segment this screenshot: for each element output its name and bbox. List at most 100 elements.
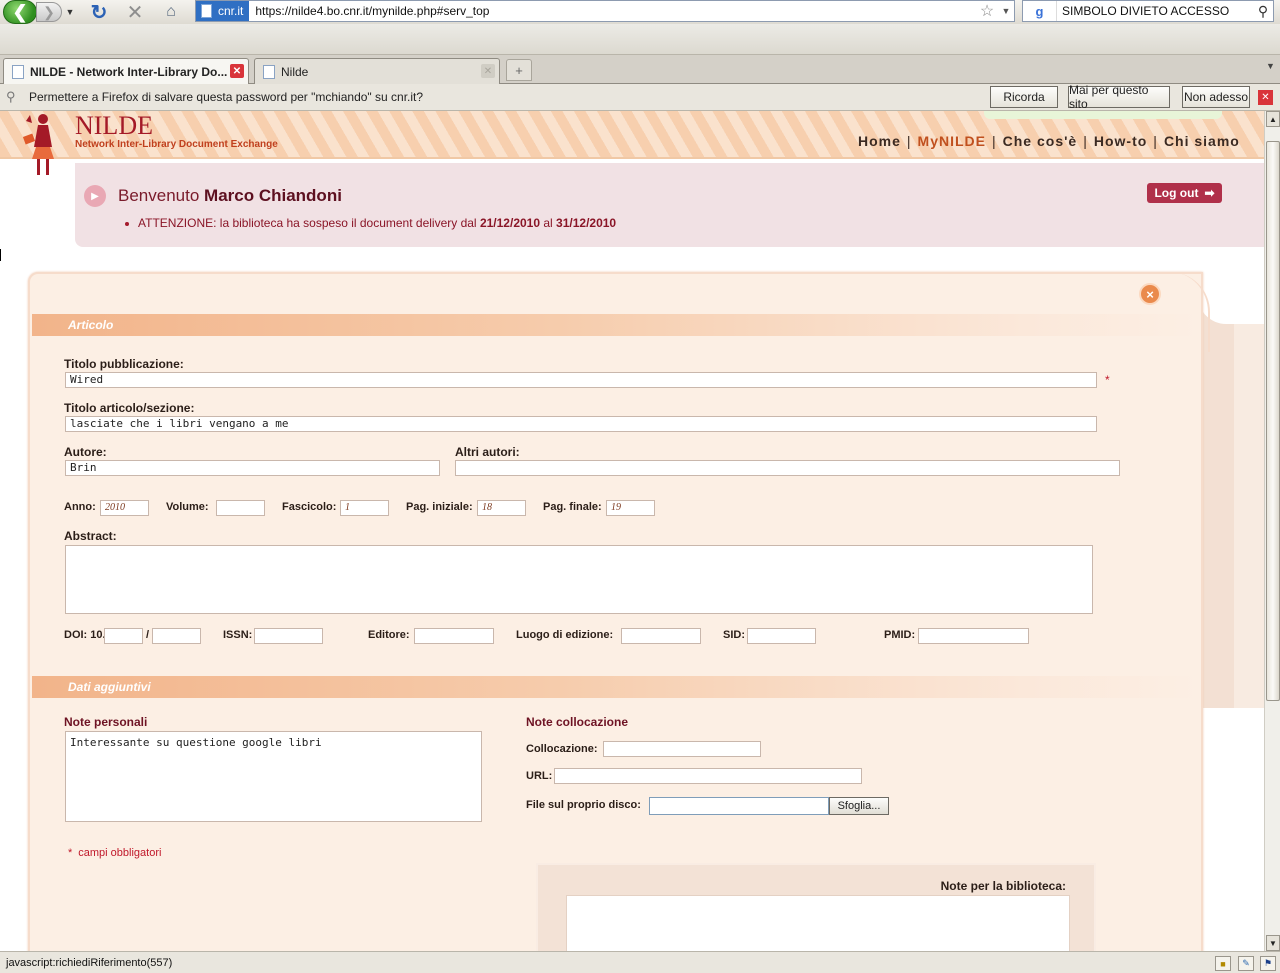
reload-button[interactable]: ↻ bbox=[88, 1, 110, 24]
doi-prefix-field[interactable] bbox=[104, 628, 143, 644]
main-navigation: Home | MyNILDE | Che cos'è | How-to | Ch… bbox=[858, 133, 1240, 149]
sid-label: SID: bbox=[723, 629, 745, 641]
luogo-label: Luogo di edizione: bbox=[516, 629, 614, 641]
tab-nilde[interactable]: Nilde ✕ bbox=[254, 58, 500, 84]
pag-finale-label: Pag. finale: bbox=[543, 501, 602, 513]
nav-home[interactable]: Home bbox=[858, 133, 901, 149]
never-for-this-site-button[interactable]: Mai per questo sito bbox=[1068, 83, 1170, 111]
logo-subtitle: Network Inter-Library Document Exchange bbox=[75, 139, 278, 150]
search-input[interactable]: SIMBOLO DIVIETO ACCESSO bbox=[1057, 4, 1253, 18]
password-notification-bar: ⚲ Permettere a Firefox di salvare questa… bbox=[0, 83, 1280, 111]
lock-icon[interactable]: ■ bbox=[1215, 956, 1231, 971]
nav-checose[interactable]: Che cos'è bbox=[1003, 133, 1078, 149]
volume-label: Volume: bbox=[166, 501, 209, 513]
titolo-articolo-field[interactable]: lasciate che i libri vengano a me bbox=[65, 416, 1097, 432]
welcome-message: Benvenuto Marco Chiandoni bbox=[118, 186, 342, 206]
browse-button[interactable]: Sfoglia... bbox=[829, 797, 889, 815]
volume-field[interactable] bbox=[216, 500, 265, 516]
bullet-icon bbox=[125, 221, 129, 226]
search-bar[interactable]: g SIMBOLO DIVIETO ACCESSO ⚲ bbox=[1022, 0, 1274, 22]
close-form-button[interactable]: × bbox=[1139, 283, 1161, 305]
notification-close-icon[interactable]: ✕ bbox=[1258, 90, 1273, 105]
section-dati-aggiuntivi-header: Dati aggiuntivi bbox=[32, 676, 1200, 698]
note-biblioteca-box: Note per la biblioteca: bbox=[536, 863, 1096, 951]
remember-button[interactable]: Ricorda bbox=[990, 86, 1058, 108]
pag-iniziale-label: Pag. iniziale: bbox=[406, 501, 473, 513]
required-star: * bbox=[68, 847, 73, 859]
logout-button[interactable]: Log out ➡ bbox=[1147, 183, 1222, 203]
nav-separator: | bbox=[1083, 133, 1088, 149]
anno-field[interactable]: 2010 bbox=[100, 500, 149, 516]
home-icon: ⌂ bbox=[166, 3, 176, 20]
note-personali-label: Note personali bbox=[64, 715, 148, 729]
pag-finale-field[interactable]: 19 bbox=[606, 500, 655, 516]
scrollbar-thumb[interactable] bbox=[1266, 141, 1280, 701]
close-icon: ✕ bbox=[126, 1, 144, 24]
not-now-button[interactable]: Non adesso bbox=[1182, 86, 1250, 108]
notes-icon[interactable]: ✎ bbox=[1238, 956, 1254, 971]
tab-close-icon[interactable]: ✕ bbox=[481, 64, 495, 78]
pmid-field[interactable] bbox=[918, 628, 1029, 644]
issn-field[interactable] bbox=[254, 628, 323, 644]
luogo-field[interactable] bbox=[621, 628, 701, 644]
doi-suffix-field[interactable] bbox=[152, 628, 201, 644]
attention-text: ATTENZIONE: la biblioteca ha sospeso il … bbox=[138, 216, 477, 230]
back-button[interactable]: ❮ bbox=[3, 0, 37, 24]
chevron-down-icon: ▼ bbox=[1266, 61, 1275, 71]
attention-notice: ATTENZIONE: la biblioteca ha sospeso il … bbox=[125, 216, 616, 230]
flag-icon[interactable]: ⚑ bbox=[1260, 956, 1276, 971]
site-identity-button[interactable]: cnr.it bbox=[196, 1, 250, 21]
tab-label: NILDE - Network Inter-Library Do... bbox=[30, 64, 228, 79]
scroll-down-icon[interactable]: ▼ bbox=[1266, 935, 1280, 951]
issn-label: ISSN: bbox=[223, 629, 253, 641]
arrow-left-icon: ❮ bbox=[12, 1, 28, 22]
nav-mynilde[interactable]: MyNILDE bbox=[918, 133, 986, 149]
file-path-field[interactable] bbox=[649, 797, 829, 815]
nav-howto[interactable]: How-to bbox=[1094, 133, 1147, 149]
abstract-textarea[interactable] bbox=[65, 545, 1093, 614]
autore-field[interactable]: Brin bbox=[65, 460, 440, 476]
status-bar: javascript:richiediRiferimento(557) ■ ✎ … bbox=[0, 951, 1280, 973]
search-icon[interactable]: ⚲ bbox=[1253, 3, 1273, 20]
url-text[interactable]: https://nilde4.bo.cnr.it/mynilde.php#ser… bbox=[249, 4, 976, 18]
side-column-inner bbox=[1234, 324, 1264, 708]
sid-field[interactable] bbox=[747, 628, 816, 644]
vertical-scrollbar[interactable]: ▲ ▼ bbox=[1264, 111, 1280, 951]
tab-list-dropdown[interactable]: ▼ bbox=[1266, 61, 1278, 79]
scroll-up-icon[interactable]: ▲ bbox=[1266, 111, 1280, 127]
fascicolo-field[interactable]: 1 bbox=[340, 500, 389, 516]
new-tab-button[interactable]: + bbox=[506, 59, 532, 81]
pag-iniziale-field[interactable]: 18 bbox=[477, 500, 526, 516]
key-icon: ⚲ bbox=[6, 89, 16, 104]
anno-label: Anno: bbox=[64, 501, 96, 513]
titolo-pubblicazione-field[interactable]: Wired bbox=[65, 372, 1097, 388]
doi-label: DOI: 10. bbox=[64, 629, 106, 641]
editore-field[interactable] bbox=[414, 628, 494, 644]
home-button[interactable]: ⌂ bbox=[160, 1, 182, 23]
logo-title[interactable]: NILDE bbox=[75, 111, 153, 141]
tab-close-icon[interactable]: ✕ bbox=[230, 64, 244, 78]
welcome-band: ▶ Benvenuto Marco Chiandoni Log out ➡ AT… bbox=[75, 163, 1264, 247]
nav-separator: | bbox=[992, 133, 997, 149]
history-dropdown[interactable]: ▼ bbox=[64, 4, 76, 20]
titolo-pubblicazione-label: Titolo pubblicazione: bbox=[64, 357, 184, 371]
site-header: NILDE Network Inter-Library Document Exc… bbox=[0, 111, 1264, 175]
note-biblioteca-textarea[interactable] bbox=[566, 895, 1070, 951]
user-name: Marco Chiandoni bbox=[204, 186, 342, 205]
arrow-right-icon: ❯ bbox=[43, 3, 55, 20]
collocazione-field[interactable] bbox=[603, 741, 761, 757]
google-search-engine-icon[interactable]: g bbox=[1023, 1, 1057, 21]
section-articolo-header: Articolo bbox=[32, 314, 1200, 336]
nav-chisiamo[interactable]: Chi siamo bbox=[1164, 133, 1240, 149]
bookmark-star-icon[interactable]: ☆ bbox=[976, 1, 998, 21]
forward-button[interactable]: ❯ bbox=[36, 2, 62, 22]
tab-nilde-network[interactable]: NILDE - Network Inter-Library Do... ✕ bbox=[3, 58, 249, 84]
url-field[interactable] bbox=[554, 768, 862, 784]
autore-label: Autore: bbox=[64, 445, 107, 459]
altri-autori-field[interactable] bbox=[455, 460, 1120, 476]
top-utility-links bbox=[984, 111, 1222, 119]
stop-button[interactable]: ✕ bbox=[124, 1, 146, 24]
note-personali-textarea[interactable]: Interessante su questione google libri bbox=[65, 731, 482, 822]
url-dropdown-icon[interactable]: ▼ bbox=[998, 6, 1014, 16]
address-bar[interactable]: cnr.it https://nilde4.bo.cnr.it/mynilde.… bbox=[195, 0, 1015, 22]
